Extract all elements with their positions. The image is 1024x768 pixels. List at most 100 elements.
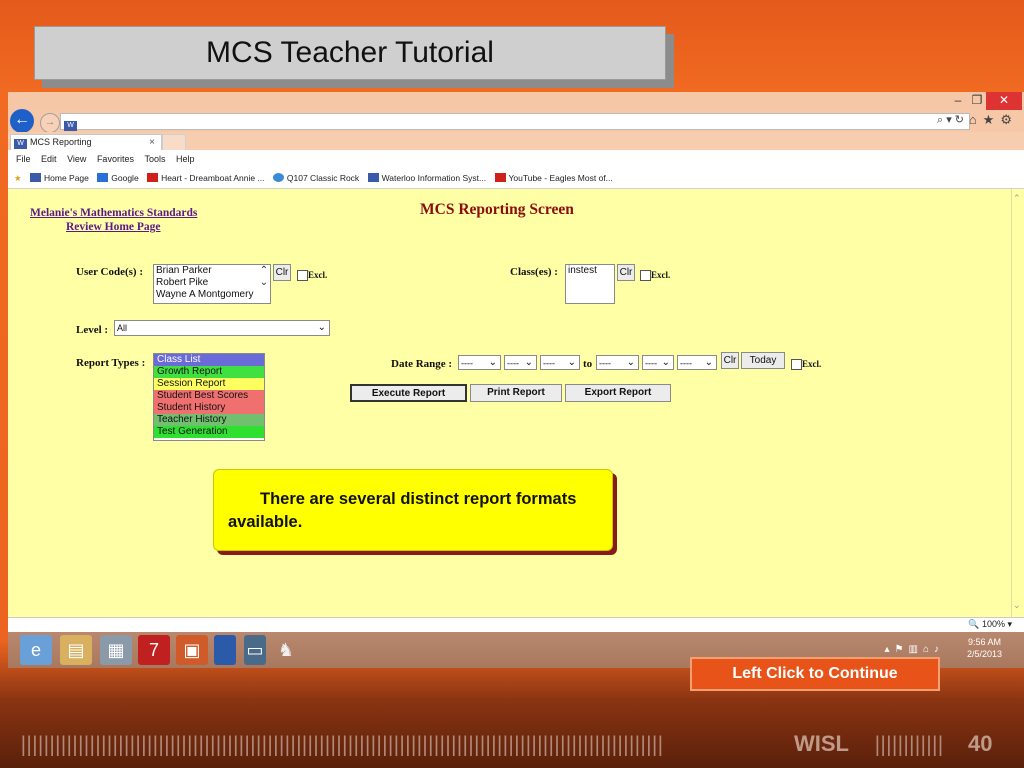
file-explorer-icon[interactable]: ▤ — [60, 635, 92, 665]
list-item[interactable]: Robert Pike — [154, 277, 270, 289]
zoom-level: 100% — [981, 619, 1005, 629]
slide-title: MCS Teacher Tutorial — [34, 26, 666, 80]
ie-icon[interactable]: e — [20, 635, 52, 665]
export-report-button[interactable]: Export Report — [565, 384, 671, 402]
report-type-student-history[interactable]: Student History — [154, 402, 264, 414]
fav-waterloo[interactable]: Waterloo Information Syst... — [367, 168, 487, 188]
report-types-label: Report Types : — [76, 357, 146, 369]
select-value: ---- — [507, 358, 519, 368]
footer-decoration-right: |||||||||||| — [874, 732, 944, 756]
report-types-listbox[interactable]: Class List Growth Report Session Report … — [153, 353, 265, 441]
clock[interactable]: 9:56 AM 2/5/2013 — [967, 636, 1002, 660]
forward-arrow-icon[interactable]: → — [40, 113, 60, 133]
menu-favorites[interactable]: Favorites — [97, 150, 134, 168]
date-from-day[interactable]: ---- ⌄ — [504, 355, 537, 370]
classes-listbox[interactable]: instest — [565, 264, 615, 304]
site-favicon-icon: W — [64, 121, 77, 131]
fav-q107[interactable]: Q107 Classic Rock — [272, 168, 360, 188]
at7-app-icon[interactable]: 7 — [138, 635, 170, 665]
remote-desktop-icon[interactable]: ▭ — [244, 635, 266, 665]
page-scrollbar[interactable]: ⌃ ⌄ — [1011, 189, 1024, 617]
scroll-up-icon[interactable]: ⌃ — [1013, 193, 1021, 204]
youtube-icon — [147, 173, 159, 182]
level-select[interactable]: All ⌄ — [114, 320, 330, 336]
users-excl-label: Excl. — [308, 270, 328, 280]
users-excl-checkbox[interactable] — [297, 270, 308, 281]
page-heading: MCS Reporting Screen — [420, 201, 574, 218]
page-content: Melanie's Mathematics Standards Review H… — [8, 189, 1012, 617]
system-tray-icons[interactable]: ▴⚑▥⌂♪ — [885, 644, 944, 655]
date-to-year[interactable]: ---- ⌄ — [677, 355, 717, 370]
ie-icon — [272, 173, 284, 182]
browser-window: – ❐ ✕ ← → W ⌕ ▾ ↻ ⌂★⚙ W MCS Reporting × F… — [8, 92, 1024, 632]
favorites-bar: ★ Home Page Google Heart - Dreamboat Ann… — [8, 168, 1024, 189]
minimize-icon[interactable]: – — [948, 92, 968, 110]
menu-tools[interactable]: Tools — [144, 150, 165, 168]
classes-excl-checkbox[interactable] — [640, 270, 651, 281]
home-link-2[interactable]: Review Home Page — [66, 217, 161, 235]
youtube-icon — [494, 173, 506, 182]
calculator-icon[interactable]: ▦ — [100, 635, 132, 665]
fav-home-page[interactable]: Home Page — [30, 168, 89, 188]
address-row: ← → W ⌕ ▾ ↻ ⌂★⚙ — [8, 109, 1024, 133]
site-icon — [30, 173, 41, 182]
report-type-class-list[interactable]: Class List — [154, 354, 264, 366]
report-type-best-scores[interactable]: Student Best Scores — [154, 390, 264, 402]
report-type-growth[interactable]: Growth Report — [154, 366, 264, 378]
address-bar[interactable]: W — [60, 113, 970, 131]
presentation-app-icon[interactable]: ▣ — [176, 635, 208, 665]
date-clear-button[interactable]: Clr — [721, 352, 739, 369]
date-from-year[interactable]: ---- ⌄ — [540, 355, 580, 370]
menu-view[interactable]: View — [67, 150, 86, 168]
menu-help[interactable]: Help — [176, 150, 195, 168]
link-text[interactable]: Review Home Page — [66, 221, 161, 233]
restore-icon[interactable]: ❐ — [968, 92, 986, 110]
list-item[interactable]: instest — [566, 265, 614, 277]
chevron-down-icon: ⌄ — [626, 357, 635, 368]
favorites-star-icon[interactable]: ★ — [14, 168, 22, 188]
date-to-month[interactable]: ---- ⌄ — [596, 355, 639, 370]
fav-label: Waterloo Information Syst... — [381, 173, 487, 183]
footer-decoration: ||||||||||||||||||||||||||||||||||||||||… — [20, 732, 664, 756]
report-type-session[interactable]: Session Report — [154, 378, 264, 390]
list-item[interactable]: Wayne A Montgomery — [154, 289, 270, 301]
chevron-down-icon: ⌄ — [488, 357, 497, 368]
report-type-test-generation[interactable]: Test Generation — [154, 426, 264, 438]
fav-google[interactable]: Google — [97, 168, 139, 188]
fav-heart[interactable]: Heart - Dreamboat Annie ... — [147, 168, 265, 188]
today-button[interactable]: Today — [741, 352, 785, 369]
select-value: ---- — [680, 358, 692, 368]
select-value: ---- — [599, 358, 611, 368]
date-excl-checkbox[interactable] — [791, 359, 802, 370]
fav-youtube[interactable]: YouTube - Eagles Most of... — [494, 168, 613, 188]
clock-date: 2/5/2013 — [966, 649, 1002, 659]
home-star-gear-icons[interactable]: ⌂★⚙ — [969, 112, 1018, 128]
scroll-down-icon[interactable]: ⌄ — [1013, 600, 1021, 611]
continue-button[interactable]: Left Click to Continue — [690, 657, 940, 691]
address-tools[interactable]: ⌕ ▾ ↻ — [937, 113, 964, 127]
horse-app-icon[interactable]: ♞ — [274, 635, 298, 665]
zoom-control[interactable]: 🔍 100% ▾ — [968, 619, 1012, 630]
tab-label: MCS Reporting — [30, 137, 92, 147]
menu-edit[interactable]: Edit — [41, 150, 57, 168]
execute-report-button[interactable]: Execute Report — [350, 384, 467, 402]
tab-close-icon[interactable]: × — [149, 135, 155, 150]
desktop-icon[interactable] — [214, 635, 236, 665]
user-codes-listbox[interactable]: Brian Parker Robert Pike Wayne A Montgom… — [153, 264, 271, 304]
list-item[interactable]: Brian Parker — [154, 265, 270, 277]
tab-row: W MCS Reporting × — [8, 132, 1024, 152]
site-icon — [367, 173, 379, 182]
date-to-day[interactable]: ---- ⌄ — [642, 355, 674, 370]
classes-excl-label: Excl. — [651, 270, 671, 280]
listbox-scrollbar[interactable]: ⌃ ⌄ — [256, 265, 270, 303]
users-clear-button[interactable]: Clr — [273, 264, 291, 281]
fav-label: Q107 Classic Rock — [286, 173, 360, 183]
back-arrow-icon[interactable]: ← — [10, 109, 34, 133]
print-report-button[interactable]: Print Report — [470, 384, 562, 402]
report-type-teacher-history[interactable]: Teacher History — [154, 414, 264, 426]
date-from-month[interactable]: ---- ⌄ — [458, 355, 501, 370]
menu-file[interactable]: File — [16, 150, 31, 168]
close-window-icon[interactable]: ✕ — [986, 92, 1022, 110]
classes-label: Class(es) : — [510, 266, 558, 278]
classes-clear-button[interactable]: Clr — [617, 264, 635, 281]
